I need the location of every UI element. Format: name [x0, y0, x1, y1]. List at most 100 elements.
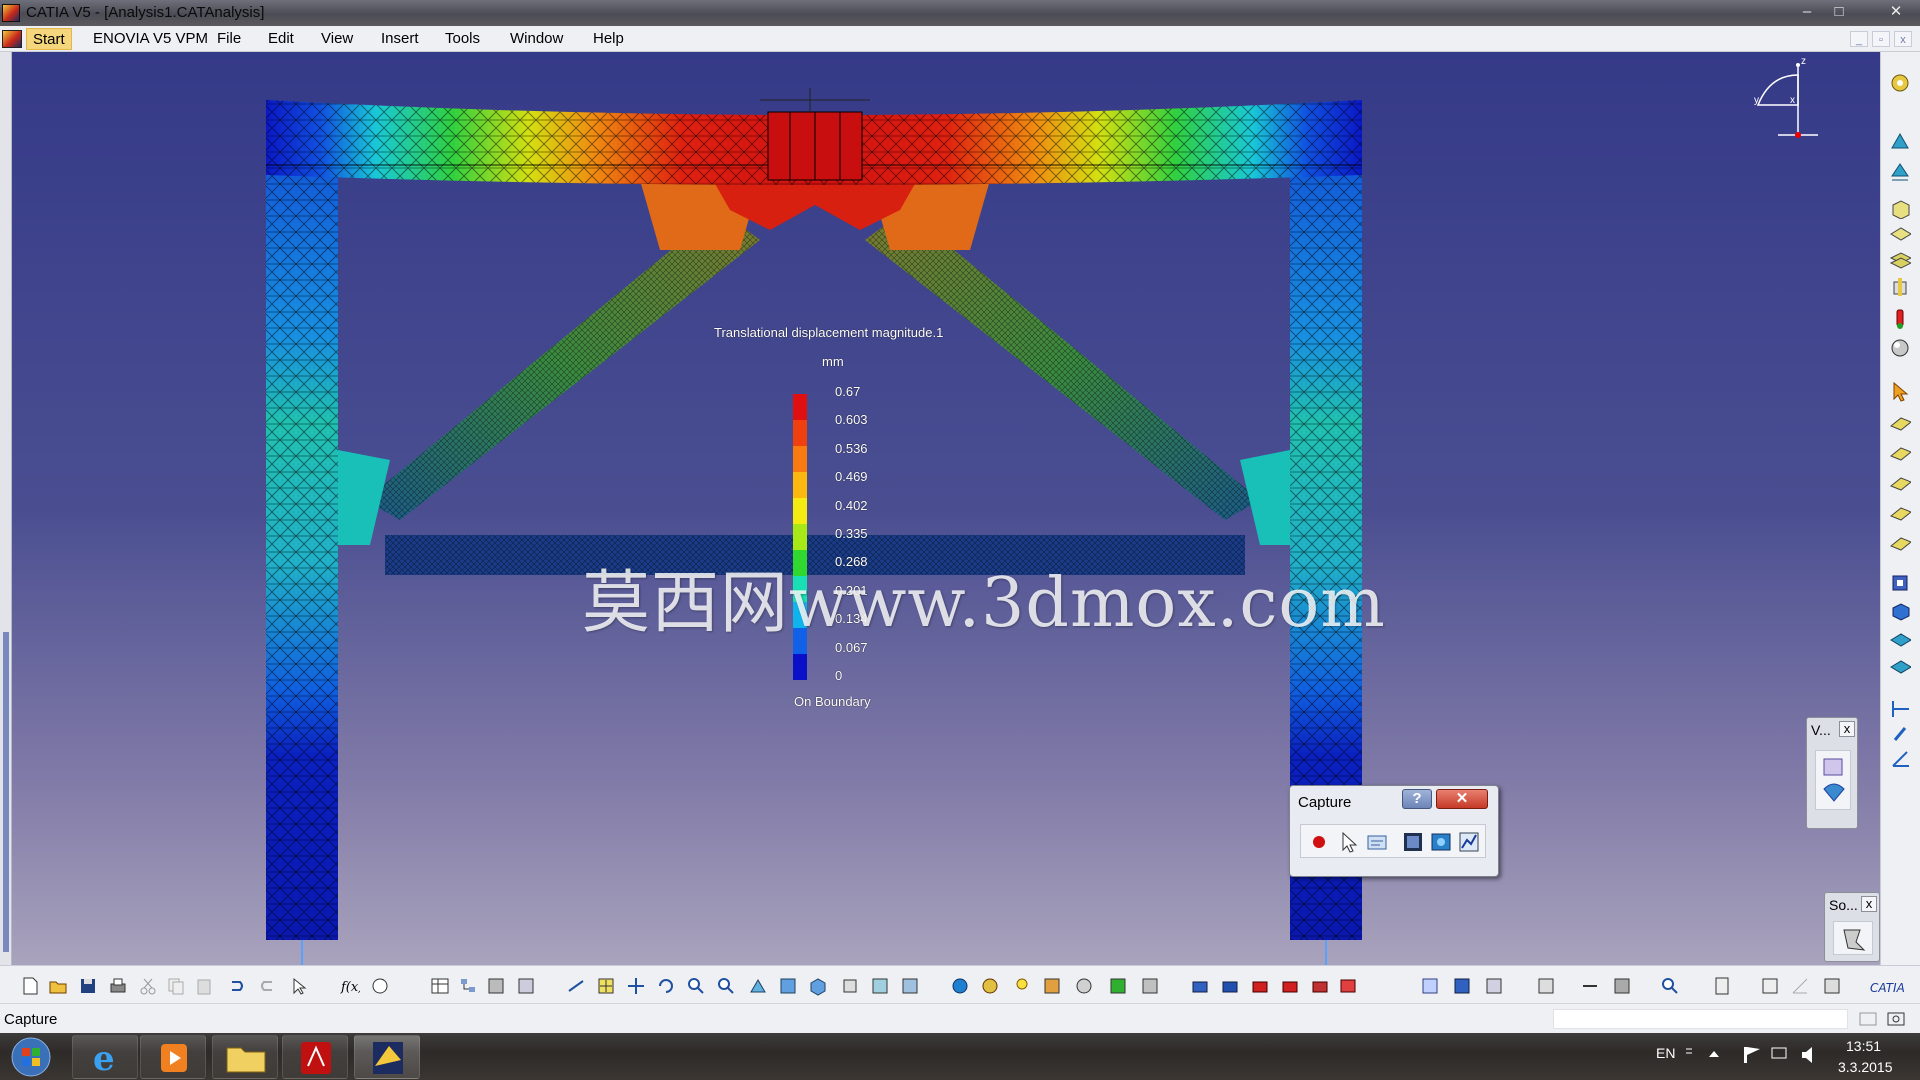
clamp-icon[interactable] — [1889, 130, 1911, 152]
groups-icon[interactable] — [1484, 976, 1504, 996]
tree-icon[interactable] — [458, 976, 478, 996]
print-icon[interactable] — [108, 976, 128, 996]
report-icon[interactable] — [1338, 976, 1358, 996]
inertia-icon[interactable] — [1612, 976, 1632, 996]
menu-edit[interactable]: Edit — [268, 30, 294, 47]
principal-stress-icon[interactable] — [1280, 976, 1300, 996]
connection-icon[interactable] — [1889, 697, 1911, 719]
taskbar-acrobat-button[interactable] — [282, 1035, 348, 1079]
options-icon[interactable] — [1365, 830, 1389, 854]
multi-view-icon[interactable] — [778, 976, 798, 996]
property-icon[interactable] — [1889, 572, 1911, 594]
adaptivity-icon[interactable] — [1452, 976, 1472, 996]
catalog-icon[interactable] — [486, 976, 506, 996]
taskbar-explorer-button[interactable] — [212, 1035, 278, 1079]
fea-model[interactable] — [0, 52, 1880, 965]
command-input[interactable] — [1553, 1009, 1848, 1029]
axis-icon[interactable] — [1889, 748, 1911, 770]
copy-icon[interactable] — [166, 976, 186, 996]
panel-icon[interactable] — [1858, 1011, 1878, 1027]
clock-date[interactable]: 3.3.2015 — [1838, 1059, 1893, 1075]
menu-view[interactable]: View — [321, 30, 353, 47]
doc-close-button[interactable]: x — [1894, 31, 1912, 47]
sensor-icon[interactable] — [1140, 976, 1160, 996]
capture-close-button[interactable]: ✕ — [1436, 789, 1488, 809]
mesh-icon-5[interactable] — [1889, 532, 1911, 554]
doc-minimize-button[interactable]: _ — [1850, 31, 1868, 47]
sensor-list-icon[interactable] — [1420, 976, 1440, 996]
capture-icon[interactable] — [1401, 830, 1425, 854]
normal-view-icon[interactable] — [748, 976, 768, 996]
select-icon[interactable] — [1337, 830, 1361, 854]
start-button[interactable] — [10, 1036, 52, 1078]
power-input-icon[interactable] — [1886, 1011, 1906, 1027]
measure-icon[interactable] — [1580, 976, 1600, 996]
compute-icon[interactable] — [950, 976, 970, 996]
pan-icon[interactable] — [626, 976, 646, 996]
view-mode-icon[interactable] — [1823, 758, 1843, 776]
swap-visible-icon[interactable] — [870, 976, 890, 996]
taskbar-catia-button[interactable] — [354, 1035, 420, 1079]
whats-this-icon[interactable] — [290, 976, 310, 996]
render-icon[interactable] — [900, 976, 920, 996]
zoom-in-icon[interactable] — [686, 976, 706, 996]
capture-help-button[interactable]: ? — [1402, 789, 1432, 809]
maximize-button[interactable]: □ — [1826, 2, 1852, 22]
bolt-icon[interactable] — [1889, 276, 1911, 298]
catia-app-icon[interactable] — [2, 4, 20, 22]
menu-enovia[interactable]: ENOVIA V5 VPM — [93, 30, 208, 47]
undo-icon[interactable] — [226, 976, 246, 996]
minimize-button[interactable]: – — [1794, 2, 1820, 22]
layers-icon[interactable] — [1889, 248, 1911, 270]
precision-icon[interactable] — [1310, 976, 1330, 996]
mesh-icon-3[interactable] — [1889, 472, 1911, 494]
solve-icon[interactable] — [1843, 929, 1866, 951]
hide-show-icon[interactable] — [840, 976, 860, 996]
album-icon[interactable] — [1429, 830, 1453, 854]
save-icon[interactable] — [78, 976, 98, 996]
color-icon[interactable] — [1108, 976, 1128, 996]
part-icon[interactable] — [1889, 197, 1911, 219]
rotate-icon[interactable] — [656, 976, 676, 996]
knowledge-icon[interactable] — [370, 976, 390, 996]
taskbar-media-button[interactable] — [140, 1035, 206, 1079]
zoom-out-icon[interactable] — [716, 976, 736, 996]
image-icon[interactable] — [1042, 976, 1062, 996]
surface-icon[interactable] — [1889, 222, 1911, 244]
table-icon[interactable] — [430, 976, 450, 996]
clock-time[interactable]: 13:51 — [1846, 1038, 1881, 1054]
menu-insert[interactable]: Insert — [381, 30, 419, 47]
formula-icon[interactable]: f(x) — [340, 976, 360, 996]
new-file-icon[interactable] — [20, 976, 40, 996]
fly-mode-icon[interactable] — [566, 976, 586, 996]
calculator-icon[interactable] — [1712, 976, 1732, 996]
mesh-icon-4[interactable] — [1889, 502, 1911, 524]
iso-view-icon[interactable] — [808, 976, 828, 996]
close-button[interactable]: ✕ — [1876, 2, 1916, 22]
redo-icon[interactable] — [258, 976, 278, 996]
displacement-icon[interactable] — [1250, 976, 1270, 996]
solve-palette-close-button[interactable]: x — [1861, 896, 1877, 912]
menu-file[interactable]: File — [217, 30, 241, 47]
compass-icon[interactable]: y x z — [1750, 55, 1820, 140]
mesh-icon-2[interactable] — [1889, 442, 1911, 464]
paste-icon[interactable] — [194, 976, 214, 996]
3d-viewport[interactable]: Translational displacement magnitude.1 m… — [0, 52, 1880, 965]
sphere-icon[interactable] — [1889, 337, 1911, 359]
deformation-icon[interactable] — [1190, 976, 1210, 996]
list-icon[interactable] — [1822, 976, 1842, 996]
restraint-icon[interactable] — [1889, 160, 1911, 182]
menu-help[interactable]: Help — [593, 30, 624, 47]
light-icon[interactable] — [1012, 976, 1032, 996]
view-palette-close-button[interactable]: x — [1839, 721, 1855, 737]
angle-icon[interactable] — [1790, 976, 1810, 996]
solid-property-icon[interactable] — [1889, 628, 1911, 650]
parts-list-icon[interactable] — [516, 976, 536, 996]
sketch-icon[interactable] — [1760, 976, 1780, 996]
settings-gear-icon[interactable] — [1889, 72, 1911, 94]
doc-restore-button[interactable]: ▫ — [1872, 31, 1890, 47]
left-scrollbar[interactable] — [0, 52, 12, 965]
cut-icon[interactable] — [138, 976, 158, 996]
menu-window[interactable]: Window — [510, 30, 563, 47]
catia-logo-icon[interactable] — [2, 30, 22, 48]
